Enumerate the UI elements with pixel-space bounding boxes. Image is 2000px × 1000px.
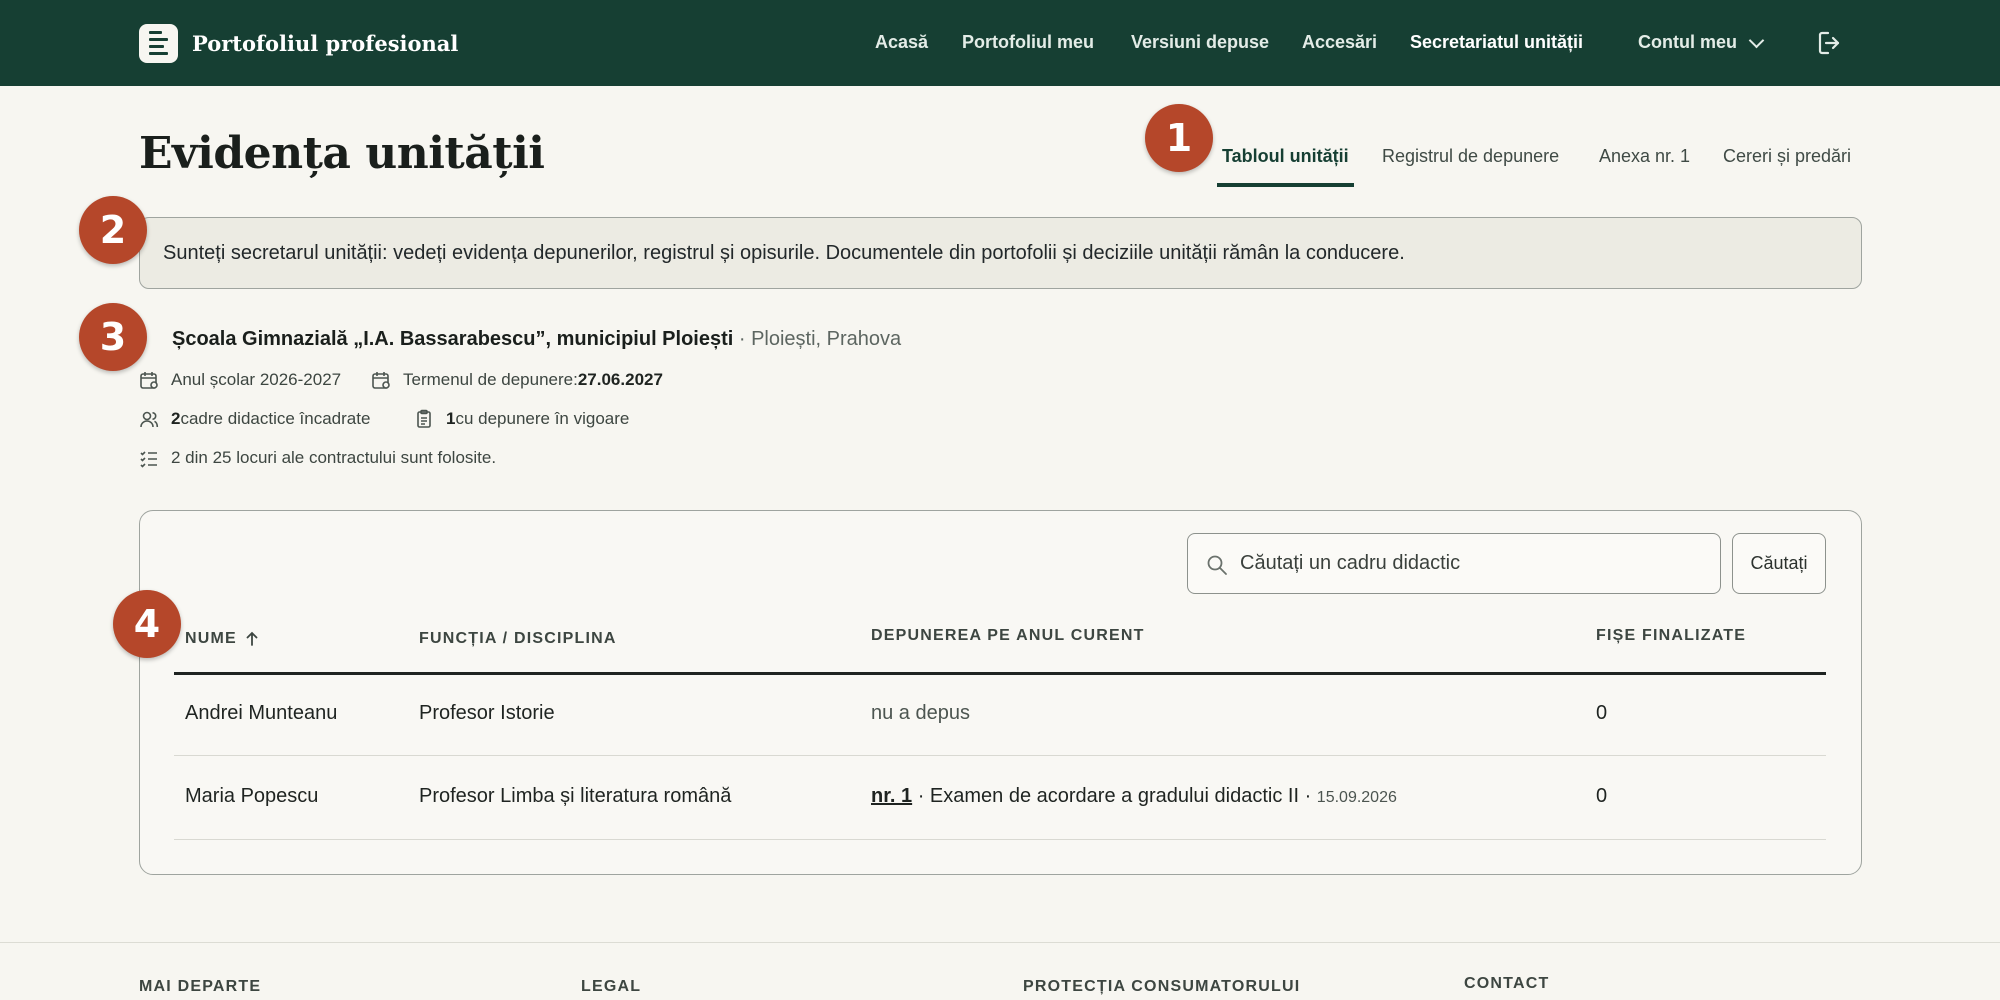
unit-title: Școala Gimnazială „I.A. Bassarabescu”, m… [172, 328, 901, 351]
active-submissions: 1 cu depunere în vigoare [414, 409, 629, 429]
column-header-role: Funcția / Disciplina [419, 630, 617, 647]
unit-location: · Ploiești, Prahova [733, 328, 902, 350]
search-icon [1207, 555, 1227, 575]
footer-heading-more: Mai departe [139, 978, 262, 995]
column-header-name[interactable]: Nume [185, 630, 259, 648]
tab-requests-handovers[interactable]: Cereri și predări [1723, 144, 1851, 168]
role-notice-text: Sunteți secretarul unității: vedeți evid… [163, 241, 1405, 264]
annotation-badge-2: 2 [79, 196, 147, 264]
deposit-link[interactable]: nr. 1 [871, 785, 912, 807]
annotation-badge-1: 1 [1145, 104, 1213, 172]
nav-item-account[interactable]: Contul meu [1638, 30, 1737, 54]
row-1-deposit-status: nu a depus [871, 702, 970, 724]
row-2-deposit: nr. 1 · Examen de acordare a gradului di… [871, 785, 1397, 807]
nav-item-home[interactable]: Acasă [875, 30, 928, 54]
nav-item-submitted-versions[interactable]: Versiuni depuse [1131, 30, 1269, 54]
calendar-clock-icon [372, 372, 390, 389]
users-icon [140, 411, 159, 428]
sort-ascending-icon [246, 631, 258, 646]
main-nav: Acasă Portofoliul meu Versiuni depuse Ac… [0, 30, 2000, 56]
row-2-role: Profesor Limba și literatura română [419, 785, 732, 807]
tab-submission-register[interactable]: Registrul de depunere [1382, 144, 1559, 168]
nav-item-unit-secretariat[interactable]: Secretariatul unității [1410, 30, 1583, 54]
footer-heading-legal: Legal [581, 978, 642, 995]
contract-usage: 2 din 25 locuri ale contractului sunt fo… [139, 448, 496, 468]
annotation-badge-4: 4 [113, 590, 181, 658]
unit-name: Școala Gimnazială „I.A. Bassarabescu”, m… [172, 328, 734, 350]
section-tabs: Tabloul unității Registrul de depunere A… [0, 144, 2000, 188]
row-1-role: Profesor Istorie [419, 702, 555, 724]
row-2-name: Maria Popescu [185, 785, 319, 807]
row-1-name: Andrei Munteanu [185, 702, 338, 724]
nav-item-accesses[interactable]: Accesări [1302, 30, 1377, 54]
staff-count: 2 cadre didactice încadrate [139, 409, 370, 429]
staff-search[interactable] [1187, 533, 1721, 594]
checklist-icon [140, 451, 157, 468]
footer-divider [0, 942, 2000, 943]
column-header-finalized: Fișe finalizate [1596, 627, 1747, 644]
calendar-icon [140, 372, 158, 389]
deposit-date: 15.09.2026 [1316, 789, 1397, 806]
search-input[interactable] [1240, 552, 1700, 575]
active-tab-indicator [1217, 183, 1354, 187]
logout-icon[interactable] [1816, 29, 1844, 57]
search-button[interactable]: Căutați [1732, 533, 1826, 594]
column-header-current-deposit: Depunerea pe anul curent [871, 627, 1145, 644]
school-year: Anul școlar 2026-2027 [139, 370, 341, 390]
nav-item-my-portfolio[interactable]: Portofoliul meu [962, 30, 1094, 54]
row-2-finalized: 0 [1596, 785, 1608, 807]
footer-heading-contact: Contact [1464, 975, 1550, 992]
annotation-badge-3: 3 [79, 303, 147, 371]
table-row-divider [174, 755, 1826, 756]
row-1-finalized: 0 [1596, 702, 1608, 724]
table-row-divider [174, 839, 1826, 840]
role-notice: Sunteți secretarul unității: vedeți evid… [139, 217, 1862, 289]
tab-annex-1[interactable]: Anexa nr. 1 [1599, 144, 1690, 168]
tab-unit-dashboard[interactable]: Tabloul unității [1222, 144, 1349, 168]
footer-heading-consumer-protection: Protecția consumatorului [1023, 978, 1301, 995]
submission-deadline: Termenul de depunere: 27.06.2027 [371, 370, 663, 390]
table-header-divider [174, 672, 1826, 675]
clipboard-icon [417, 409, 431, 428]
